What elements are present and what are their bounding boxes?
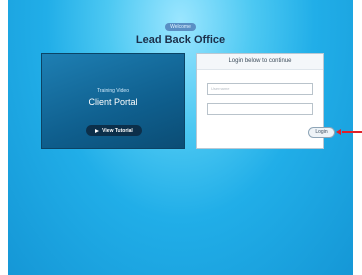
page-header: Welcome Lead Back Office — [8, 15, 353, 46]
page-title: Lead Back Office — [135, 34, 226, 46]
login-header: Login below to continue — [197, 54, 323, 70]
training-video-panel[interactable]: Training Video Client Portal View Tutori… — [41, 53, 185, 149]
view-tutorial-label: View Tutorial — [102, 127, 133, 134]
username-input[interactable]: Username — [207, 83, 313, 95]
password-input[interactable] — [207, 103, 313, 115]
login-panel: Login below to continue Username — [196, 53, 324, 149]
page-background: Welcome Lead Back Office Training Video … — [8, 0, 353, 275]
pointer-arrow-line — [342, 131, 362, 133]
video-title: Client Portal — [88, 97, 138, 107]
login-button[interactable]: Login — [308, 127, 335, 138]
red-arrow-icon — [336, 129, 341, 135]
view-tutorial-button[interactable]: View Tutorial — [86, 125, 142, 136]
welcome-badge: Welcome — [165, 23, 196, 31]
video-subtitle: Training Video — [97, 88, 129, 94]
play-icon — [95, 128, 100, 133]
